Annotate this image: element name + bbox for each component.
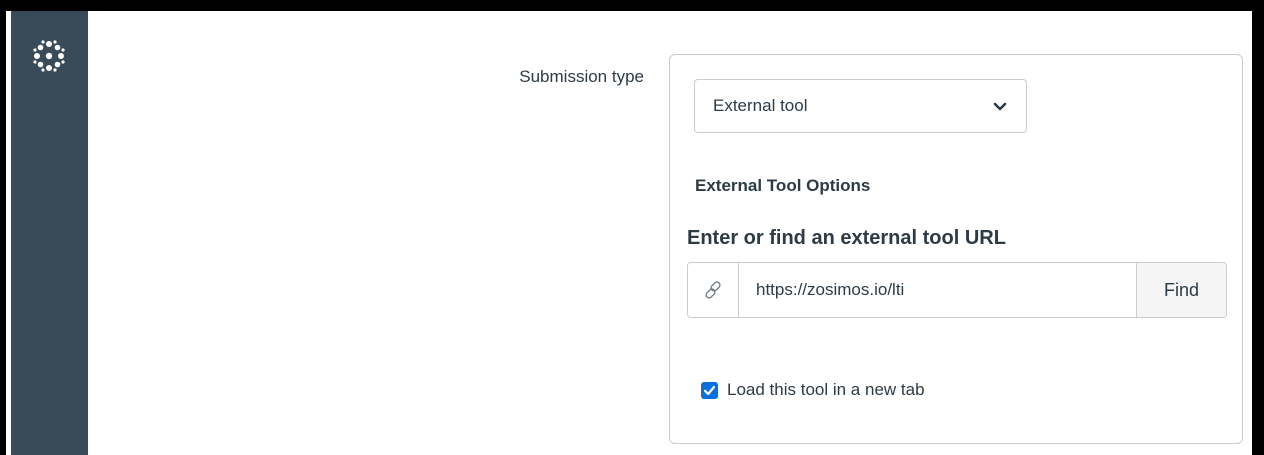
chevron-down-icon xyxy=(993,102,1007,111)
global-nav-sidebar xyxy=(11,11,88,455)
submission-type-value: External tool xyxy=(713,96,808,115)
new-tab-option: Load this tool in a new tab xyxy=(701,380,925,400)
url-input-group: Find xyxy=(687,262,1227,318)
link-icon xyxy=(705,281,721,299)
submission-type-panel: External tool External Tool Options Ente… xyxy=(669,54,1243,444)
new-tab-checkbox-label[interactable]: Load this tool in a new tab xyxy=(727,380,925,400)
url-section-title: Enter or find an external tool URL xyxy=(687,227,1006,249)
canvas-logo-icon[interactable] xyxy=(32,39,66,73)
new-tab-checkbox[interactable] xyxy=(701,381,718,399)
submission-type-select[interactable]: External tool xyxy=(694,79,1027,133)
find-button[interactable]: Find xyxy=(1136,263,1226,317)
link-icon-container xyxy=(688,263,739,317)
checkmark-icon xyxy=(703,385,716,395)
submission-type-label: Submission type xyxy=(519,67,644,86)
url-input[interactable] xyxy=(739,263,1136,317)
external-tool-options-title: External Tool Options xyxy=(695,176,871,195)
